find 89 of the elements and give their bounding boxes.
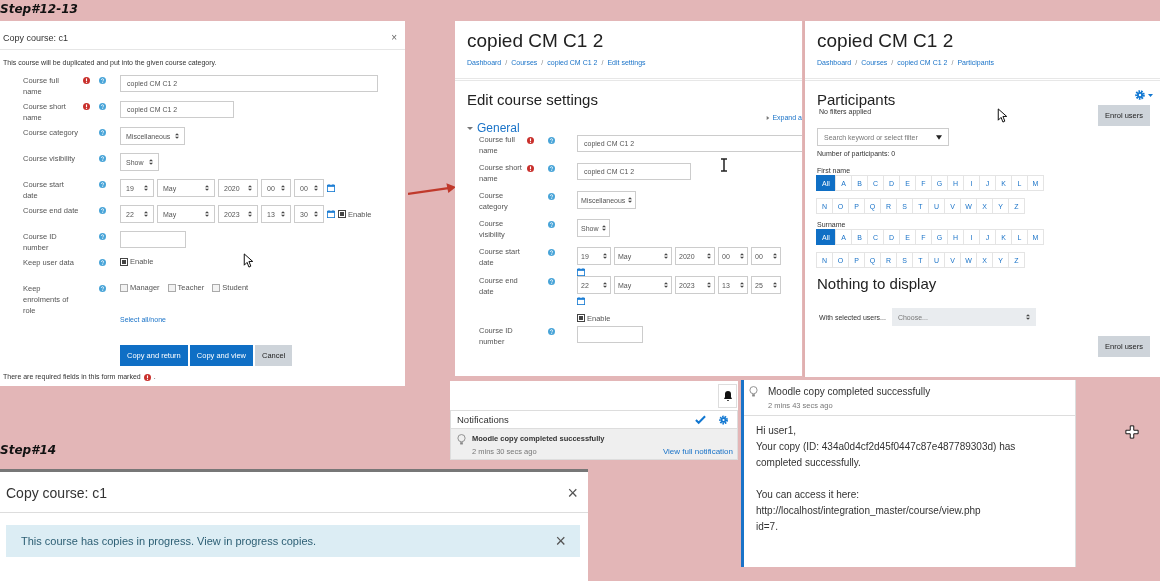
move-cursor-icon xyxy=(1125,425,1139,439)
settings-icon[interactable] xyxy=(1134,89,1154,101)
help-icon[interactable] xyxy=(99,155,106,162)
page-title: Participants xyxy=(817,91,896,108)
close-button[interactable]: × xyxy=(389,33,399,43)
select-caret-icon xyxy=(205,211,209,217)
help-icon[interactable] xyxy=(548,137,555,144)
select-caret-icon xyxy=(707,282,711,288)
message-text: Your copy (ID: 434a0d4cf2d45f0447c87e487789303d) has completed successfully. xyxy=(756,440,1017,470)
select-caret-icon xyxy=(664,282,668,288)
select-caret-icon xyxy=(281,185,285,191)
expand-icon xyxy=(766,115,771,120)
select-caret-icon xyxy=(740,282,744,288)
select-caret-icon xyxy=(281,211,285,217)
alert-text: This course has copies in progress. View in progress copies. xyxy=(21,535,317,547)
required-icon xyxy=(527,137,534,144)
required-icon xyxy=(527,165,534,172)
empty-message: Nothing to display xyxy=(817,275,937,292)
message-text: You can access it here: xyxy=(756,488,861,502)
select-caret-icon xyxy=(603,282,607,288)
course-heading: copied CM C1 2 xyxy=(817,30,955,52)
select-caret-icon xyxy=(248,211,252,217)
select-caret-icon xyxy=(314,185,318,191)
select-caret-icon xyxy=(144,185,148,191)
help-icon[interactable] xyxy=(99,233,106,240)
help-icon[interactable] xyxy=(99,129,106,136)
pointer-cursor-icon xyxy=(243,253,253,268)
step-caption: Step#14 xyxy=(0,443,57,457)
select-caret-icon xyxy=(740,253,744,259)
select-caret-icon xyxy=(773,282,777,288)
select-caret-icon xyxy=(603,253,607,259)
check-icon[interactable] xyxy=(695,414,706,425)
message-text: id=7. xyxy=(756,520,779,534)
select-caret-icon xyxy=(628,197,633,203)
calendar-icon[interactable] xyxy=(327,184,335,192)
select-caret-icon xyxy=(175,133,180,139)
help-icon[interactable] xyxy=(99,259,106,266)
help-icon[interactable] xyxy=(548,221,555,228)
help-icon[interactable] xyxy=(548,165,555,172)
dialog-title: Copy course: c1 xyxy=(3,33,69,43)
help-icon[interactable] xyxy=(99,181,106,188)
message-text: http://localhost/integration_master/course/view.php xyxy=(756,504,982,518)
calendar-icon[interactable] xyxy=(577,268,585,276)
required-icon xyxy=(83,103,90,110)
notification-bell-button[interactable] xyxy=(718,383,737,408)
notification-title: Moodle copy completed successfully xyxy=(768,386,931,397)
help-icon[interactable] xyxy=(99,77,106,84)
dropdown-arrow-icon xyxy=(936,134,942,140)
required-icon xyxy=(83,77,90,84)
text-input[interactable] xyxy=(577,326,643,343)
select-caret-icon xyxy=(314,211,318,217)
text-input[interactable] xyxy=(120,231,186,248)
dialog-title: Copy course: c1 xyxy=(6,485,108,501)
close-button[interactable]: × xyxy=(565,484,580,502)
select-caret-icon xyxy=(1025,314,1030,320)
message-text: Hi user1, xyxy=(756,424,797,438)
lightbulb-icon xyxy=(457,434,466,445)
text-cursor-icon xyxy=(721,158,727,172)
page-title: Edit course settings xyxy=(467,91,598,108)
required-icon xyxy=(143,374,151,381)
popover-title: Notifications xyxy=(457,414,509,425)
calendar-icon[interactable] xyxy=(327,210,335,218)
lightbulb-icon xyxy=(749,386,758,397)
select-caret-icon xyxy=(148,159,153,165)
step-caption: Step#12-13 xyxy=(0,2,78,16)
select-caret-icon xyxy=(707,253,711,259)
close-button[interactable]: × xyxy=(553,532,568,550)
help-icon[interactable] xyxy=(548,328,555,335)
select-caret-icon xyxy=(664,253,668,259)
bell-icon xyxy=(722,389,733,402)
select-caret-icon xyxy=(248,185,252,191)
select-caret-icon xyxy=(144,211,148,217)
section-heading[interactable]: General xyxy=(477,121,520,135)
settings-icon[interactable] xyxy=(718,414,729,425)
select-caret-icon xyxy=(601,225,606,231)
help-icon[interactable] xyxy=(99,207,106,214)
select-caret-icon xyxy=(773,253,777,259)
select-caret-icon xyxy=(205,185,209,191)
help-icon[interactable] xyxy=(99,103,106,110)
help-icon[interactable] xyxy=(548,249,555,256)
pointer-cursor-icon xyxy=(997,108,1007,123)
help-icon[interactable] xyxy=(548,278,555,285)
collapse-caret-icon[interactable] xyxy=(467,125,473,131)
help-icon[interactable] xyxy=(548,193,555,200)
calendar-icon[interactable] xyxy=(577,297,585,305)
course-heading: copied CM C1 2 xyxy=(467,30,605,52)
arrow xyxy=(408,182,456,198)
help-icon[interactable] xyxy=(99,285,106,292)
view-notification-link[interactable]: View full notification xyxy=(662,447,733,456)
